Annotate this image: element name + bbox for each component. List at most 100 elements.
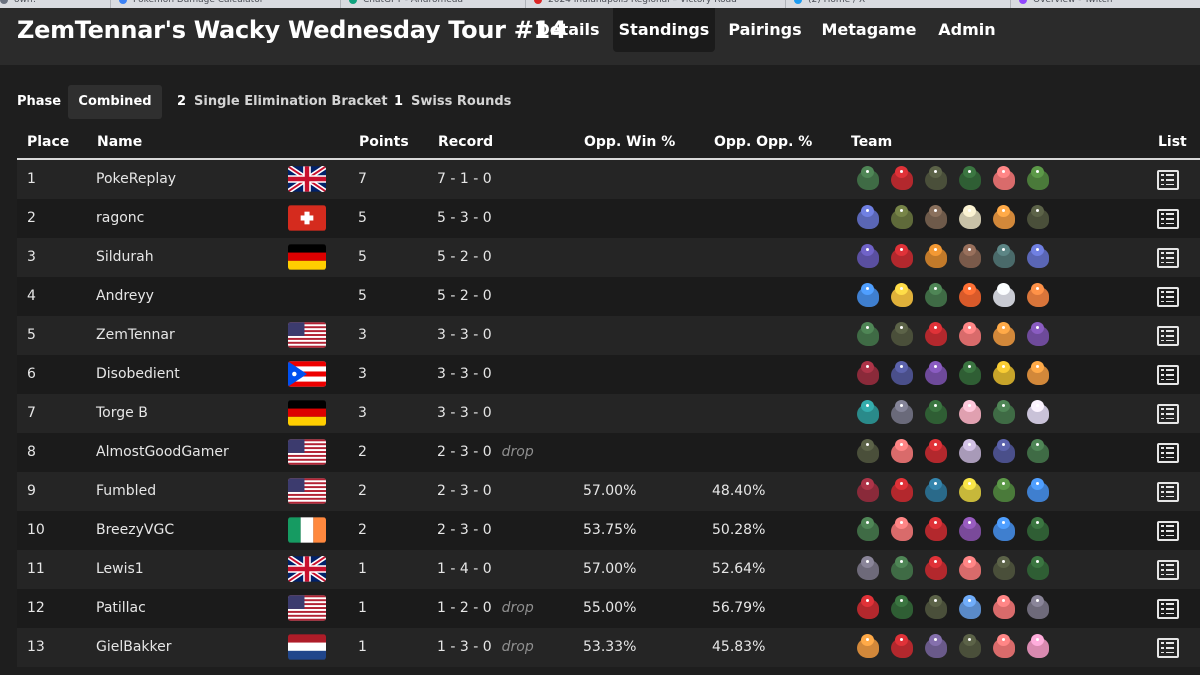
phase-option-label: Single Elimination Bracket xyxy=(194,94,388,109)
table-row[interactable]: 2 ragonc 5 5 - 3 - 0 xyxy=(17,199,1200,238)
pokemon-sprite-icon xyxy=(1023,476,1053,506)
favicon-icon xyxy=(794,0,802,4)
column-header-points[interactable]: Points xyxy=(359,134,409,150)
player-name[interactable]: AlmostGoodGamer xyxy=(96,433,229,472)
nav-tab-metagame[interactable]: Metagame xyxy=(815,8,923,52)
pokemon-sprite-icon xyxy=(853,398,883,428)
table-row[interactable]: 6 Disobedient 3 3 - 3 - 0 xyxy=(17,355,1200,394)
record-cell: 5 - 3 - 0 xyxy=(437,199,492,238)
pokemon-sprite-icon xyxy=(955,632,985,662)
column-header-record[interactable]: Record xyxy=(438,134,493,150)
team-list-icon[interactable] xyxy=(1157,443,1179,463)
team-list-icon[interactable] xyxy=(1157,482,1179,502)
team-list-icon[interactable] xyxy=(1157,248,1179,268)
team-list-icon[interactable] xyxy=(1157,326,1179,346)
team-preview[interactable] xyxy=(851,591,1055,627)
team-preview[interactable] xyxy=(851,279,1055,315)
record-cell: 1 - 2 - 0 drop xyxy=(437,589,534,628)
table-row[interactable]: 1 PokeReplay 7 7 - 1 - 0 xyxy=(17,160,1200,199)
team-list-icon[interactable] xyxy=(1157,560,1179,580)
pokemon-sprite-icon xyxy=(887,164,917,194)
player-name[interactable]: Lewis1 xyxy=(96,550,144,589)
player-name[interactable]: Disobedient xyxy=(96,355,180,394)
pokemon-sprite-icon xyxy=(921,281,951,311)
team-list-icon[interactable] xyxy=(1157,404,1179,424)
player-name[interactable]: Fumbled xyxy=(96,472,156,511)
column-header-opp-opp[interactable]: Opp. Opp. % xyxy=(714,134,812,150)
player-name[interactable]: Andreyy xyxy=(96,277,154,316)
place-cell: 4 xyxy=(27,288,36,304)
player-name[interactable]: Sildurah xyxy=(96,238,154,277)
record-cell: 5 - 2 - 0 xyxy=(437,277,492,316)
team-preview[interactable] xyxy=(851,435,1055,471)
team-list-icon[interactable] xyxy=(1157,209,1179,229)
browser-tab[interactable]: (2) Home / X xyxy=(785,0,865,8)
points-cell: 2 xyxy=(358,522,367,538)
team-preview[interactable] xyxy=(851,357,1055,393)
team-preview[interactable] xyxy=(851,240,1055,276)
team-preview[interactable] xyxy=(851,513,1055,549)
record-cell: 1 - 4 - 0 xyxy=(437,550,492,589)
table-row[interactable]: 9 Fumbled 2 2 - 3 - 0 57.00% 48.40% xyxy=(17,472,1200,511)
team-preview[interactable] xyxy=(851,318,1055,354)
pokemon-sprite-icon xyxy=(989,476,1019,506)
table-row[interactable]: 11 Lewis1 1 1 - 4 - 0 57.00% 52.64% xyxy=(17,550,1200,589)
player-name[interactable]: Patillac xyxy=(96,589,146,628)
player-name[interactable]: PokeReplay xyxy=(96,160,176,199)
table-row[interactable]: 7 Torge B 3 3 - 3 - 0 xyxy=(17,394,1200,433)
phase-single-elimination-button[interactable]: 2 Single Elimination Bracket xyxy=(177,85,388,119)
pokemon-sprite-icon xyxy=(955,437,985,467)
phase-label: Phase xyxy=(17,94,62,109)
team-preview[interactable] xyxy=(851,630,1055,666)
team-list-icon[interactable] xyxy=(1157,170,1179,190)
table-row[interactable]: 8 AlmostGoodGamer 2 2 - 3 - 0 drop xyxy=(17,433,1200,472)
record-value: 1 - 2 - 0 xyxy=(437,600,492,616)
team-preview[interactable] xyxy=(851,396,1055,432)
team-preview[interactable] xyxy=(851,201,1055,237)
team-preview[interactable] xyxy=(851,552,1055,588)
phase-swiss-rounds-button[interactable]: 1 Swiss Rounds xyxy=(394,85,511,119)
place-cell: 10 xyxy=(27,522,45,538)
team-list-icon[interactable] xyxy=(1157,521,1179,541)
nav-tab-pairings[interactable]: Pairings xyxy=(721,8,809,52)
place-cell: 2 xyxy=(27,210,36,226)
player-name[interactable]: BreezyVGC xyxy=(96,511,174,550)
browser-tab[interactable]: own! xyxy=(0,0,36,8)
team-preview[interactable] xyxy=(851,162,1055,198)
record-value: 2 - 3 - 0 xyxy=(437,522,492,538)
pokemon-sprite-icon xyxy=(989,593,1019,623)
browser-tab-label: Pokemon Damage Calculator xyxy=(133,0,264,5)
table-row[interactable]: 4 Andreyy 5 5 - 2 - 0 xyxy=(17,277,1200,316)
nav-tab-standings[interactable]: Standings xyxy=(613,8,715,52)
team-preview[interactable] xyxy=(851,474,1055,510)
browser-tab[interactable]: Overview - Twitch xyxy=(1010,0,1112,8)
column-header-place[interactable]: Place xyxy=(27,134,69,150)
table-row[interactable]: 13 GielBakker 1 1 - 3 - 0 drop 53.33% 45.83% xyxy=(17,628,1200,667)
record-cell: 1 - 3 - 0 drop xyxy=(437,628,534,667)
player-name[interactable]: ZemTennar xyxy=(96,316,175,355)
pokemon-sprite-icon xyxy=(921,398,951,428)
table-row[interactable]: 3 Sildurah 5 5 - 2 - 0 xyxy=(17,238,1200,277)
player-name[interactable]: ragonc xyxy=(96,199,144,238)
browser-tab[interactable]: ChatGPT - Andromeda xyxy=(340,0,463,8)
player-name[interactable]: Torge B xyxy=(96,394,148,433)
team-list-icon[interactable] xyxy=(1157,365,1179,385)
team-list-icon[interactable] xyxy=(1157,287,1179,307)
favicon-icon xyxy=(349,0,357,4)
team-list-icon[interactable] xyxy=(1157,638,1179,658)
column-header-opp-win[interactable]: Opp. Win % xyxy=(584,134,675,150)
column-header-name[interactable]: Name xyxy=(97,134,142,150)
nav-tab-admin[interactable]: Admin xyxy=(929,8,1005,52)
table-row[interactable]: 10 BreezyVGC 2 2 - 3 - 0 53.75% 50.28% xyxy=(17,511,1200,550)
points-cell: 3 xyxy=(358,405,367,421)
browser-tab[interactable]: Pokemon Damage Calculator xyxy=(110,0,263,8)
phase-combined-button[interactable]: Combined xyxy=(68,85,162,119)
nav-tab-details[interactable]: Details xyxy=(529,8,607,52)
player-name[interactable]: GielBakker xyxy=(96,628,172,667)
browser-tab[interactable]: 2024 Indianapolis Regional – Victory Roa… xyxy=(525,0,737,8)
table-row[interactable]: 5 ZemTennar 3 3 - 3 - 0 xyxy=(17,316,1200,355)
favicon-icon xyxy=(0,0,8,4)
column-header-team: Team xyxy=(851,134,893,150)
table-row[interactable]: 12 Patillac 1 1 - 2 - 0 drop 55.00% 56.79% xyxy=(17,589,1200,628)
team-list-icon[interactable] xyxy=(1157,599,1179,619)
